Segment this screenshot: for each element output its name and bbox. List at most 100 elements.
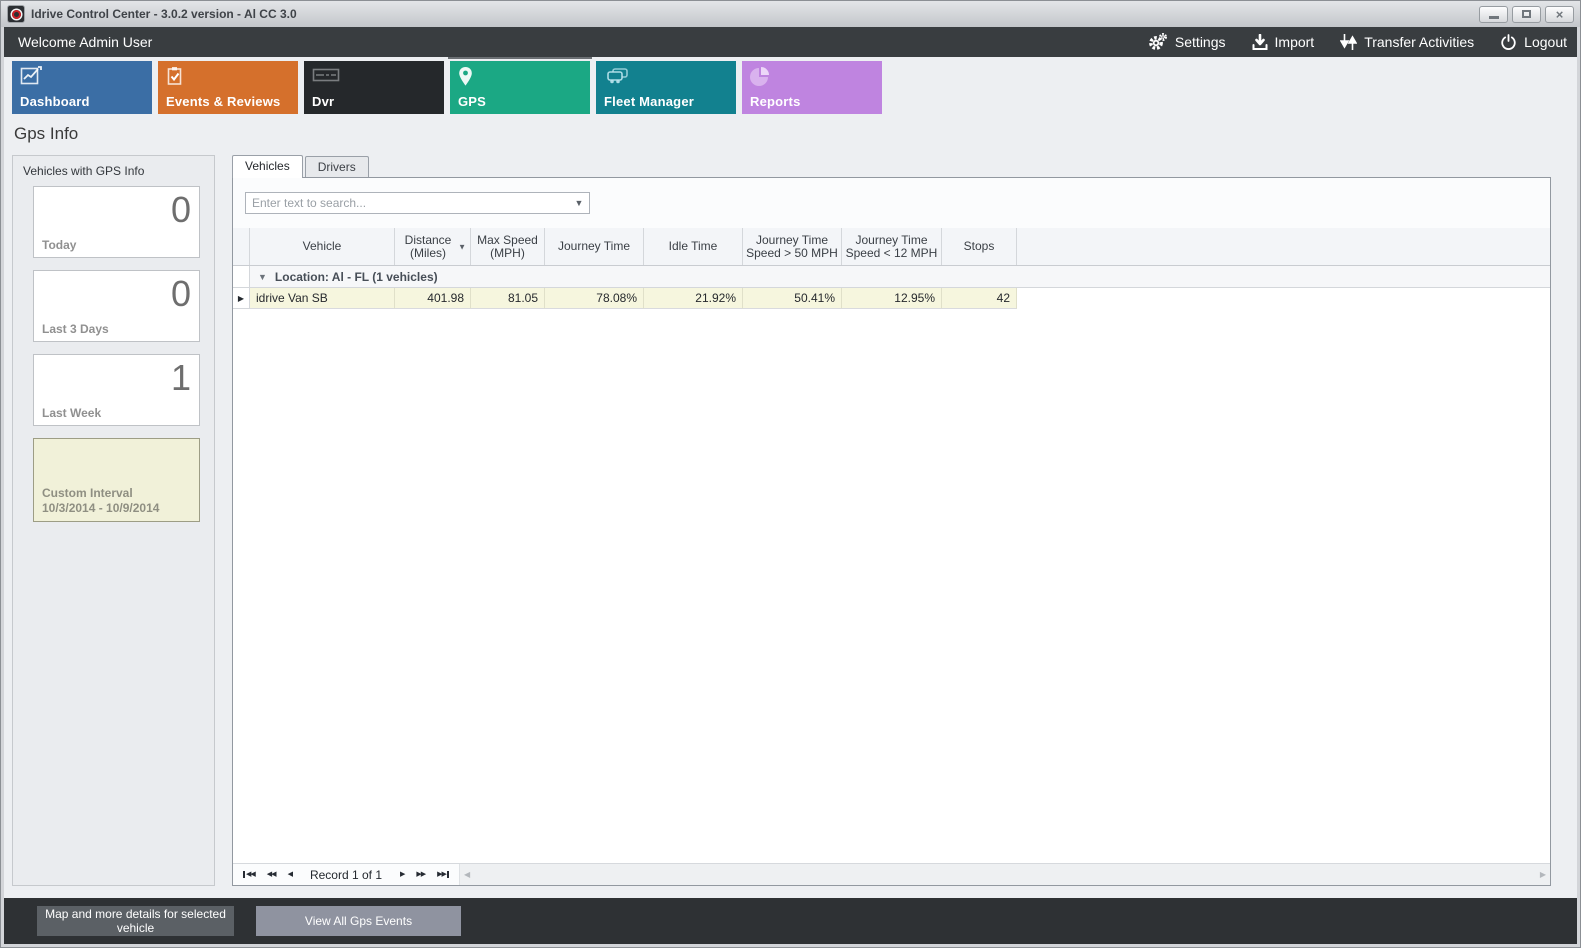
next-page-button[interactable]: ▶▶	[416, 871, 425, 878]
cell-distance[interactable]: 401.98	[395, 288, 471, 309]
cell-max-speed[interactable]: 81.05	[471, 288, 545, 309]
page-title: Gps Info	[14, 124, 1577, 144]
tab-vehicles[interactable]: Vehicles	[232, 155, 303, 178]
logout-label: Logout	[1524, 34, 1567, 50]
card-last-week-label: Last Week	[42, 406, 101, 420]
prev-page-button[interactable]: ◀◀	[267, 871, 276, 878]
clipboard-check-icon	[166, 66, 184, 87]
close-button[interactable]: ×	[1545, 6, 1574, 23]
card-last-week-value: 1	[171, 357, 191, 399]
col-header-idle-time[interactable]: Idle Time	[644, 228, 743, 265]
title-bar: Idrive Control Center - 3.0.2 version - …	[1, 1, 1580, 27]
cell-vehicle[interactable]: idrive Van SB	[250, 288, 395, 309]
group-label: Location: Al - FL (1 vehicles)	[275, 270, 438, 284]
group-cell[interactable]: ▼ Location: Al - FL (1 vehicles)	[250, 266, 1550, 287]
next-record-button[interactable]: ▶	[400, 871, 404, 878]
download-icon	[1252, 34, 1268, 51]
card-last-3-days-value: 0	[171, 273, 191, 315]
cell-jt-over-50[interactable]: 50.41%	[743, 288, 842, 309]
tile-gps[interactable]: GPS	[450, 61, 590, 114]
cell-jt-under-12[interactable]: 12.95%	[842, 288, 942, 309]
import-label: Import	[1275, 34, 1315, 50]
row-filler	[1017, 288, 1550, 309]
gps-summary-title: Vehicles with GPS Info	[13, 162, 214, 186]
row-indicator-icon: ▶	[238, 294, 244, 303]
scroll-left-icon[interactable]: ◀	[464, 870, 470, 879]
tile-dvr-label: Dvr	[312, 94, 334, 109]
transfer-activities-button[interactable]: Transfer Activities	[1340, 33, 1474, 51]
welcome-text: Welcome Admin User	[18, 34, 152, 50]
col-header-journey-time[interactable]: Journey Time	[545, 228, 644, 265]
top-toolbar: Welcome Admin User Settings	[4, 27, 1577, 57]
maximize-icon	[1522, 10, 1531, 18]
tile-events-reviews[interactable]: Events & Reviews	[158, 61, 298, 114]
sort-caret-icon[interactable]: ▼	[458, 240, 466, 253]
tile-fleet-manager-label: Fleet Manager	[604, 94, 694, 109]
tile-dashboard-label: Dashboard	[20, 94, 90, 109]
first-record-button[interactable]: ◀◀	[243, 871, 255, 878]
tab-drivers[interactable]: Drivers	[305, 156, 369, 177]
grid-search-band: ▼	[233, 178, 1550, 228]
horizontal-scrollbar[interactable]: ◀ ▶	[459, 864, 1550, 885]
col-header-stops[interactable]: Stops	[942, 228, 1017, 265]
cell-idle-time[interactable]: 21.92%	[644, 288, 743, 309]
header-indicator-cell	[233, 228, 250, 265]
map-pin-icon	[458, 66, 473, 87]
minimize-button[interactable]	[1479, 6, 1508, 23]
transfer-icon	[1340, 33, 1357, 51]
card-today[interactable]: 0 Today	[33, 186, 200, 258]
cell-journey-time[interactable]: 78.08%	[545, 288, 644, 309]
tile-reports[interactable]: Reports	[742, 61, 882, 114]
gear-icon	[1148, 33, 1168, 51]
gps-detail-area: Vehicles Drivers ▼	[232, 155, 1551, 886]
search-input[interactable]	[246, 194, 569, 212]
card-custom-interval[interactable]: Custom Interval 10/3/2014 - 10/9/2014	[33, 438, 200, 522]
power-icon	[1500, 34, 1517, 51]
table-empty-area	[233, 309, 1550, 863]
scroll-right-icon[interactable]: ▶	[1540, 870, 1546, 879]
bottom-action-bar: Map and more details for selected vehicl…	[4, 898, 1577, 944]
search-dropdown-icon[interactable]: ▼	[569, 198, 589, 208]
import-button[interactable]: Import	[1252, 34, 1315, 51]
card-last-3-days-label: Last 3 Days	[42, 322, 109, 336]
pie-chart-icon	[750, 66, 771, 87]
cell-stops[interactable]: 42	[942, 288, 1017, 309]
maximize-button[interactable]	[1512, 6, 1541, 23]
card-today-value: 0	[171, 189, 191, 231]
map-details-button[interactable]: Map and more details for selected vehicl…	[37, 906, 234, 936]
card-last-week[interactable]: 1 Last Week	[33, 354, 200, 426]
close-icon: ×	[1556, 8, 1564, 21]
tile-fleet-manager[interactable]: Fleet Manager	[596, 61, 736, 114]
line-chart-icon	[20, 66, 42, 86]
custom-interval-title: Custom Interval	[42, 486, 133, 500]
app-window: Idrive Control Center - 3.0.2 version - …	[0, 0, 1581, 948]
settings-button[interactable]: Settings	[1148, 33, 1226, 51]
prev-record-button[interactable]: ◀	[288, 871, 292, 878]
tile-dvr[interactable]: Dvr	[304, 61, 444, 114]
module-tiles: Dashboard Events & Reviews Dvr	[12, 61, 1577, 114]
minimize-icon	[1489, 16, 1499, 19]
col-header-jt-under-12[interactable]: Journey Time Speed < 12 MPH	[842, 228, 942, 265]
dvr-box-icon	[312, 66, 340, 84]
last-record-button[interactable]: ▶▶	[437, 871, 449, 878]
card-last-3-days[interactable]: 0 Last 3 Days	[33, 270, 200, 342]
tile-dashboard[interactable]: Dashboard	[12, 61, 152, 114]
group-expand-icon[interactable]: ▼	[258, 272, 267, 282]
window-title: Idrive Control Center - 3.0.2 version - …	[31, 7, 297, 21]
view-all-gps-events-button[interactable]: View All Gps Events	[256, 906, 461, 936]
table-row[interactable]: ▶ idrive Van SB 401.98 81.05 78.08% 21.9…	[233, 288, 1550, 309]
custom-interval-dates: 10/3/2014 - 10/9/2014	[42, 501, 159, 515]
tab-strip: Vehicles Drivers	[232, 155, 1551, 177]
col-header-jt-over-50[interactable]: Journey Time Speed > 50 MPH	[743, 228, 842, 265]
col-header-vehicle[interactable]: Vehicle	[250, 228, 395, 265]
card-custom-interval-label: Custom Interval 10/3/2014 - 10/9/2014	[42, 486, 159, 516]
group-row: ▼ Location: Al - FL (1 vehicles)	[233, 266, 1550, 288]
card-today-label: Today	[42, 238, 76, 252]
col-header-max-speed[interactable]: Max Speed (MPH)	[471, 228, 545, 265]
tile-gps-label: GPS	[458, 94, 486, 109]
settings-label: Settings	[1175, 34, 1226, 50]
logout-button[interactable]: Logout	[1500, 34, 1567, 51]
col-header-distance[interactable]: Distance (Miles) ▼	[395, 228, 471, 265]
record-count-text: Record 1 of 1	[310, 868, 382, 882]
search-box: ▼	[245, 192, 590, 214]
